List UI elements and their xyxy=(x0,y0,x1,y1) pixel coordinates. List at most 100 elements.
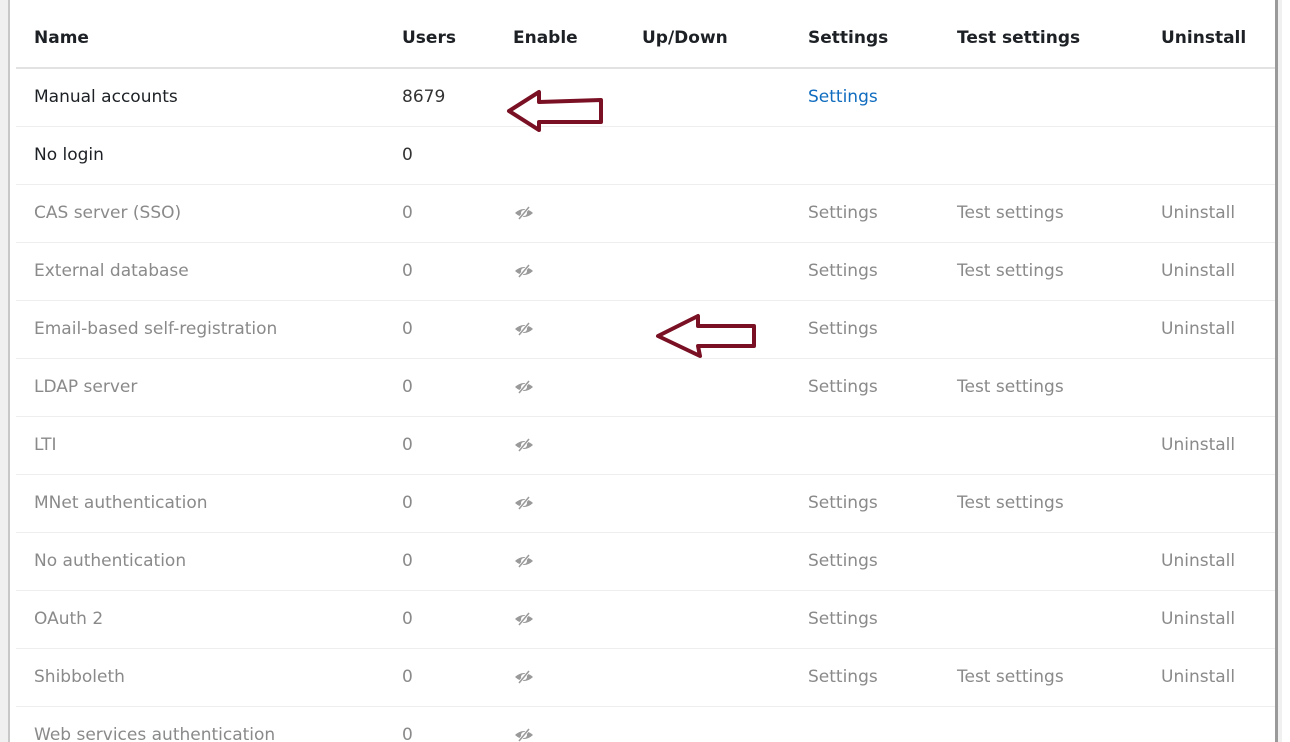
test-settings-cell: Test settings xyxy=(957,474,1161,533)
user-count: 0 xyxy=(402,126,513,185)
uninstall-link[interactable]: Uninstall xyxy=(1161,667,1235,687)
eye-slash-icon[interactable] xyxy=(513,379,535,395)
table-row: Email-based self-registration 0 Settings… xyxy=(16,300,1275,359)
test-settings-cell xyxy=(957,590,1161,649)
settings-link[interactable]: Settings xyxy=(808,377,878,397)
plugin-name: Shibboleth xyxy=(16,648,402,707)
updown-cell xyxy=(642,68,808,127)
settings-link[interactable]: Settings xyxy=(808,609,878,629)
test-settings-link[interactable]: Test settings xyxy=(957,667,1064,687)
updown-cell xyxy=(642,126,808,185)
plugin-name: Manual accounts xyxy=(16,68,402,127)
table-row: Shibboleth 0 Settings Test settings Unin… xyxy=(16,648,1275,707)
plugin-name: OAuth 2 xyxy=(16,590,402,649)
table-row: LTI 0 Uninstall xyxy=(16,416,1275,475)
red-arrow-left-icon xyxy=(656,314,756,358)
eye-slash-icon[interactable] xyxy=(513,205,535,221)
plugin-name: Email-based self-registration xyxy=(16,300,402,359)
column-header-users[interactable]: Users xyxy=(402,8,513,69)
settings-cell: Settings xyxy=(808,648,957,707)
column-header-name[interactable]: Name xyxy=(16,8,402,69)
user-count: 8679 xyxy=(402,68,513,127)
test-settings-link[interactable]: Test settings xyxy=(957,203,1064,223)
column-header-enable: Enable xyxy=(513,8,642,69)
eye-slash-icon[interactable] xyxy=(513,321,535,337)
settings-link[interactable]: Settings xyxy=(808,203,878,223)
uninstall-link[interactable]: Uninstall xyxy=(1161,261,1235,281)
settings-cell xyxy=(808,416,957,475)
table-row: Web services authentication 0 xyxy=(16,706,1275,742)
settings-link[interactable]: Settings xyxy=(808,667,878,687)
table-row: OAuth 2 0 Settings Uninstall xyxy=(16,590,1275,649)
eye-slash-icon[interactable] xyxy=(513,437,535,453)
settings-cell: Settings xyxy=(808,184,957,243)
test-settings-cell xyxy=(957,300,1161,359)
plugin-name: Web services authentication xyxy=(16,706,402,742)
user-count: 0 xyxy=(402,706,513,742)
table-row: MNet authentication 0 Settings Test sett… xyxy=(16,474,1275,533)
updown-cell xyxy=(642,474,808,533)
enable-cell xyxy=(513,358,642,417)
column-header-test-settings: Test settings xyxy=(957,8,1161,69)
plugin-name: LDAP server xyxy=(16,358,402,417)
settings-link[interactable]: Settings xyxy=(808,493,878,513)
settings-link[interactable]: Settings xyxy=(808,261,878,281)
user-count: 0 xyxy=(402,242,513,301)
eye-slash-icon[interactable] xyxy=(513,669,535,685)
eye-slash-icon[interactable] xyxy=(513,553,535,569)
eye-slash-icon[interactable] xyxy=(513,495,535,511)
settings-cell: Settings xyxy=(808,300,957,359)
updown-cell xyxy=(642,242,808,301)
uninstall-link[interactable]: Uninstall xyxy=(1161,609,1235,629)
enable-cell xyxy=(513,474,642,533)
updown-cell xyxy=(642,358,808,417)
table-row: No authentication 0 Settings Uninstall xyxy=(16,532,1275,591)
settings-link[interactable]: Settings xyxy=(808,319,878,339)
plugin-name: No authentication xyxy=(16,532,402,591)
settings-link[interactable]: Settings xyxy=(808,551,878,571)
enable-cell xyxy=(513,590,642,649)
settings-link[interactable]: Settings xyxy=(808,87,878,107)
updown-cell xyxy=(642,590,808,649)
user-count: 0 xyxy=(402,416,513,475)
test-settings-link[interactable]: Test settings xyxy=(957,377,1064,397)
uninstall-cell: Uninstall xyxy=(1161,242,1275,301)
uninstall-link[interactable]: Uninstall xyxy=(1161,319,1235,339)
uninstall-link[interactable]: Uninstall xyxy=(1161,203,1235,223)
uninstall-cell xyxy=(1161,126,1275,185)
test-settings-link[interactable]: Test settings xyxy=(957,493,1064,513)
test-settings-link[interactable]: Test settings xyxy=(957,261,1064,281)
window-edge xyxy=(1282,0,1290,742)
auth-plugins-table: Name Users Enable Up/Down Settings Test … xyxy=(16,8,1275,742)
user-count: 0 xyxy=(402,358,513,417)
updown-cell xyxy=(642,416,808,475)
updown-cell xyxy=(642,706,808,742)
settings-cell xyxy=(808,706,957,742)
uninstall-cell: Uninstall xyxy=(1161,648,1275,707)
table-row: External database 0 Settings Test settin… xyxy=(16,242,1275,301)
user-count: 0 xyxy=(402,184,513,243)
enable-cell xyxy=(513,532,642,591)
table-row: No login 0 xyxy=(16,126,1275,185)
settings-cell: Settings xyxy=(808,590,957,649)
table-row: LDAP server 0 Settings Test settings xyxy=(16,358,1275,417)
test-settings-cell xyxy=(957,126,1161,185)
settings-cell: Settings xyxy=(808,68,957,127)
uninstall-link[interactable]: Uninstall xyxy=(1161,435,1235,455)
test-settings-cell: Test settings xyxy=(957,648,1161,707)
test-settings-cell xyxy=(957,532,1161,591)
enable-cell xyxy=(513,300,642,359)
settings-cell: Settings xyxy=(808,532,957,591)
eye-slash-icon[interactable] xyxy=(513,611,535,627)
plugin-name: No login xyxy=(16,126,402,185)
user-count: 0 xyxy=(402,648,513,707)
table-header-row: Name Users Enable Up/Down Settings Test … xyxy=(16,8,1275,69)
enable-cell xyxy=(513,706,642,742)
uninstall-link[interactable]: Uninstall xyxy=(1161,551,1235,571)
updown-cell xyxy=(642,532,808,591)
user-count: 0 xyxy=(402,300,513,359)
updown-cell xyxy=(642,184,808,243)
eye-slash-icon[interactable] xyxy=(513,727,535,742)
eye-slash-icon[interactable] xyxy=(513,263,535,279)
user-count: 0 xyxy=(402,590,513,649)
